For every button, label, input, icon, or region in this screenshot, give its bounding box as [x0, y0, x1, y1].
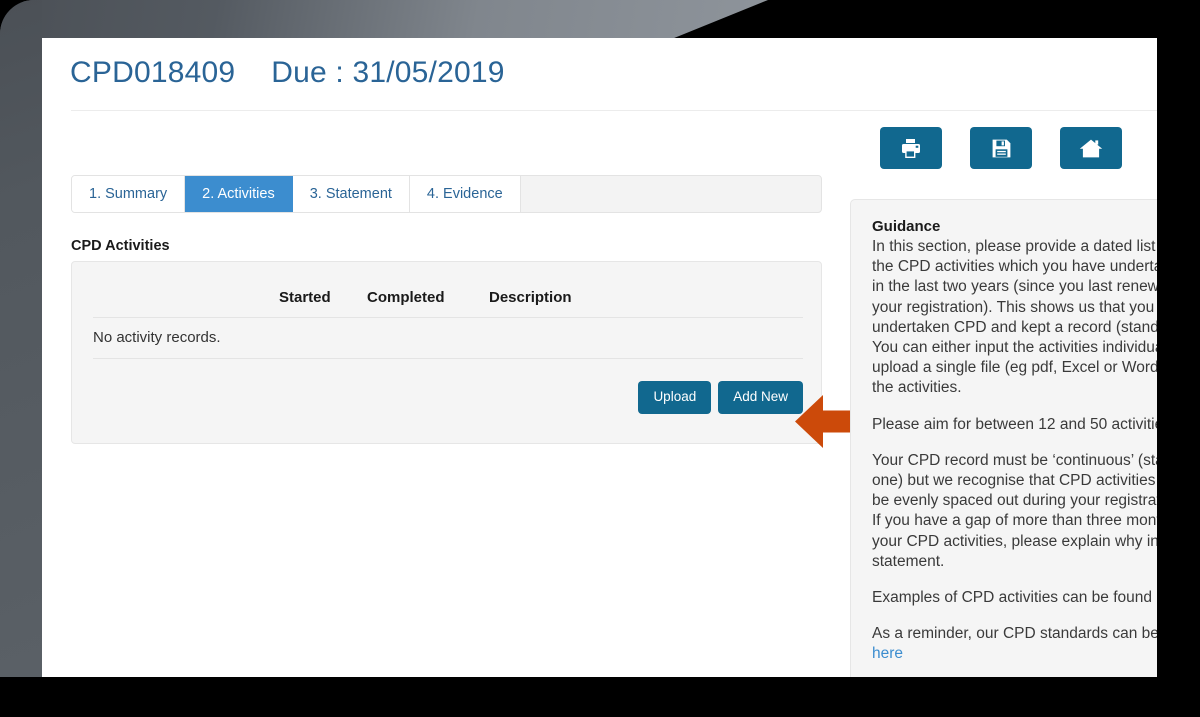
guidance-paragraph-2: Please aim for between 12 and 50 activit… — [872, 415, 1157, 433]
floppy-disk-icon — [991, 138, 1012, 159]
tab-bar: 1. Summary 2. Activities 3. Statement 4.… — [71, 175, 822, 213]
tab-activities[interactable]: 2. Activities — [185, 176, 293, 212]
add-new-button[interactable]: Add New — [718, 381, 803, 414]
guidance-panel: Guidance In this section, please provide… — [850, 199, 1157, 677]
standards-link[interactable]: here — [872, 645, 903, 662]
activities-action-row: Upload Add New — [93, 381, 803, 414]
toolbar — [880, 127, 1122, 169]
tab-summary[interactable]: 1. Summary — [72, 176, 186, 212]
due-date-label: Due : 31/05/2019 — [271, 56, 505, 89]
activities-panel: Started Completed Description No activit… — [71, 261, 822, 444]
tab-evidence[interactable]: 4. Evidence — [409, 176, 521, 212]
section-title: CPD Activities — [71, 238, 170, 254]
device-frame: CPD018409 Due : 31/05/2019 1. Summary 2.… — [0, 0, 1200, 717]
column-header-completed: Completed — [367, 279, 489, 318]
column-header-blank — [93, 279, 279, 318]
guidance-paragraph-1: In this section, please provide a dated … — [872, 238, 1157, 397]
page-header: CPD018409 Due : 31/05/2019 — [42, 38, 1157, 112]
app-page: CPD018409 Due : 31/05/2019 1. Summary 2.… — [42, 38, 1157, 677]
guidance-standards-text: As a reminder, our CPD standards can be … — [872, 625, 1157, 643]
empty-state-message: No activity records. — [93, 317, 803, 359]
activities-table: Started Completed Description No activit… — [93, 279, 803, 359]
save-button[interactable] — [970, 127, 1032, 169]
column-header-started: Started — [279, 279, 367, 318]
page-title: CPD018409 — [70, 56, 236, 89]
header-divider — [71, 110, 1157, 111]
upload-button[interactable]: Upload — [638, 381, 712, 414]
examples-link[interactable]: here — [1156, 589, 1157, 606]
column-header-description: Description — [489, 279, 803, 318]
device-bezel-bottom — [0, 677, 1200, 717]
guidance-examples-text: Examples of CPD activities can be found — [872, 589, 1157, 607]
printer-icon — [900, 138, 922, 159]
table-header-row: Started Completed Description — [93, 279, 803, 318]
print-button[interactable] — [880, 127, 942, 169]
guidance-title: Guidance — [872, 218, 941, 235]
device-bezel-top — [0, 0, 768, 42]
device-bezel-left — [0, 0, 42, 678]
tab-statement[interactable]: 3. Statement — [292, 176, 410, 212]
guidance-standards-paragraph: As a reminder, our CPD standards can be … — [872, 624, 1157, 664]
device-bezel-right — [1156, 0, 1200, 717]
guidance-examples-paragraph: Examples of CPD activities can be found … — [872, 588, 1157, 608]
table-empty-row: No activity records. — [93, 317, 803, 359]
home-button[interactable] — [1060, 127, 1122, 169]
home-icon — [1079, 138, 1103, 159]
guidance-paragraph-3: Your CPD record must be ‘continuous’ (st… — [872, 451, 1157, 570]
